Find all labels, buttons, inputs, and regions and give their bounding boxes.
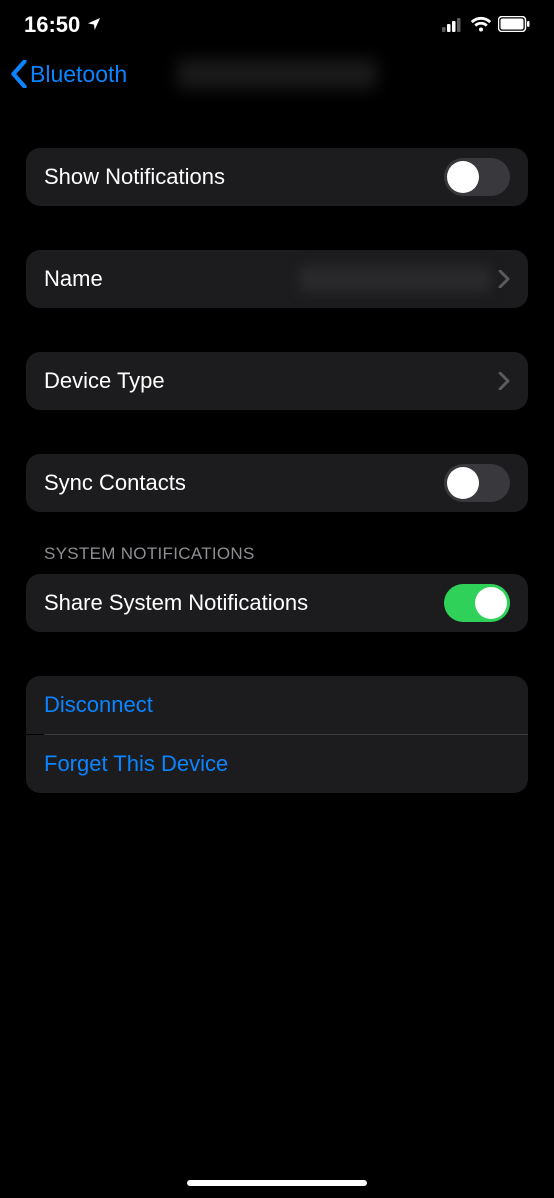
row-disconnect[interactable]: Disconnect: [26, 676, 528, 734]
toggle-knob: [447, 467, 479, 499]
row-share-system-notifications: Share System Notifications: [26, 574, 528, 632]
row-label: Show Notifications: [44, 164, 225, 190]
toggle-share-system-notifications[interactable]: [444, 584, 510, 622]
wifi-icon: [470, 12, 492, 38]
content: Show Notifications Name Device Type: [0, 98, 554, 793]
chevron-right-icon: [498, 270, 510, 288]
group-sync-contacts: Sync Contacts: [26, 454, 528, 512]
row-device-type[interactable]: Device Type: [26, 352, 528, 410]
row-show-notifications: Show Notifications: [26, 148, 528, 206]
back-button[interactable]: Bluetooth: [10, 60, 127, 88]
location-icon: [86, 12, 102, 38]
nav-bar: Bluetooth: [0, 50, 554, 98]
group-system-notifications: Share System Notifications: [26, 574, 528, 632]
row-label: Name: [44, 266, 103, 292]
back-label: Bluetooth: [30, 61, 127, 88]
status-time: 16:50: [24, 12, 80, 38]
group-device-type: Device Type: [26, 352, 528, 410]
toggle-knob: [447, 161, 479, 193]
status-right: [442, 12, 530, 38]
row-sync-contacts: Sync Contacts: [26, 454, 528, 512]
chevron-left-icon: [10, 60, 28, 88]
name-value-redacted: [300, 266, 490, 292]
action-forget-device: Forget This Device: [44, 751, 228, 777]
group-show-notifications: Show Notifications: [26, 148, 528, 206]
row-label: Sync Contacts: [44, 470, 186, 496]
home-indicator[interactable]: [187, 1180, 367, 1186]
row-label: Share System Notifications: [44, 590, 308, 616]
row-label: Device Type: [44, 368, 165, 394]
group-actions: Disconnect Forget This Device: [26, 676, 528, 793]
status-left: 16:50: [24, 12, 102, 38]
toggle-show-notifications[interactable]: [444, 158, 510, 196]
row-name[interactable]: Name: [26, 250, 528, 308]
chevron-right-icon: [498, 372, 510, 390]
group-name: Name: [26, 250, 528, 308]
toggle-knob: [475, 587, 507, 619]
action-disconnect: Disconnect: [44, 692, 153, 718]
toggle-sync-contacts[interactable]: [444, 464, 510, 502]
battery-icon: [498, 12, 530, 38]
status-bar: 16:50: [0, 0, 554, 50]
section-header-system-notifications: SYSTEM NOTIFICATIONS: [26, 544, 528, 574]
cellular-signal-icon: [442, 12, 464, 38]
row-forget-device[interactable]: Forget This Device: [26, 735, 528, 793]
nav-title-redacted: [177, 59, 377, 89]
